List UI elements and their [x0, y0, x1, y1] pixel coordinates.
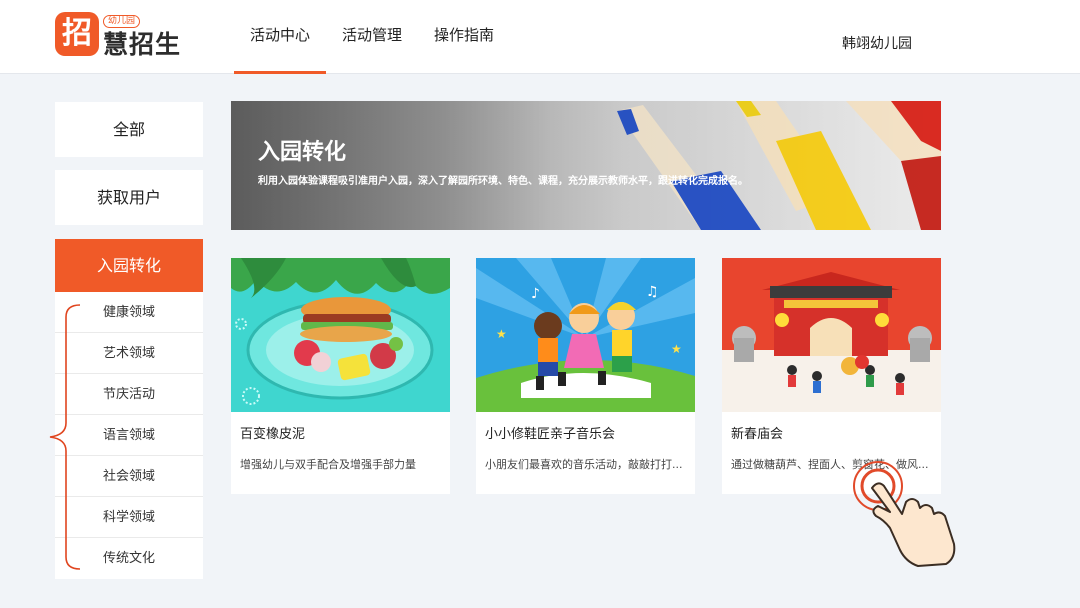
activity-card-playdough[interactable]: 百变橡皮泥 增强幼儿与双手配合及增强手部力量	[231, 258, 450, 494]
logo-text-zhaosheng: 招生	[129, 30, 182, 59]
sidebar-item-acquire-users[interactable]: 获取用户	[55, 170, 203, 225]
sidebar-item-enrollment-conversion[interactable]: 入园转化	[55, 239, 203, 292]
svg-text:♪: ♪	[531, 286, 540, 302]
logo-mark: 招	[55, 12, 99, 56]
svg-text:★: ★	[671, 342, 682, 356]
red-bracket-annotation	[49, 304, 81, 570]
sidebar-item-all[interactable]: 全部	[55, 102, 203, 157]
user-name[interactable]: 韩翊幼儿园	[842, 33, 912, 53]
nav-tab-operation-guide[interactable]: 操作指南	[434, 24, 494, 45]
card-title: 小小修鞋匠亲子音乐会	[485, 427, 616, 442]
svg-text:♫: ♫	[646, 284, 659, 300]
card-image-temple-fair	[722, 258, 941, 412]
active-tab-indicator	[234, 71, 326, 74]
card-title: 新春庙会	[731, 427, 784, 442]
card-image-playdough	[231, 258, 450, 412]
card-description: 小朋友们最喜欢的音乐活动，敲敲打打...	[485, 458, 683, 471]
svg-text:★: ★	[496, 327, 507, 341]
nav-tab-activity-center[interactable]: 活动中心	[250, 24, 310, 45]
banner-title: 入园转化	[258, 140, 347, 165]
card-description: 增强幼儿与双手配合及增强手部力量	[240, 458, 416, 471]
card-title: 百变橡皮泥	[240, 427, 306, 442]
activity-card-music[interactable]: ♪ ♫ ★ ★ 小小修鞋匠亲子音乐会 小朋友们最喜欢的音乐活动，敲敲打打...	[476, 258, 695, 494]
tap-hand-icon	[853, 461, 956, 567]
app-logo[interactable]: 招 幼儿园 慧招生	[55, 12, 185, 59]
logo-text-hui: 慧	[103, 30, 130, 59]
logo-text: 慧招生	[103, 25, 181, 61]
nav-tab-activity-management[interactable]: 活动管理	[342, 24, 402, 45]
category-banner: 入园转化 利用入园体验课程吸引准用户入园，深入了解园所环境、特色、课程，充分展示…	[231, 101, 941, 230]
top-header: 招 幼儿园 慧招生 活动中心 活动管理 操作指南 韩翊幼儿园	[0, 0, 1080, 74]
card-image-music: ♪ ♫ ★ ★	[476, 258, 695, 412]
banner-description: 利用入园体验课程吸引准用户入园，深入了解园所环境、特色、课程，充分展示教师水平，…	[258, 176, 748, 187]
